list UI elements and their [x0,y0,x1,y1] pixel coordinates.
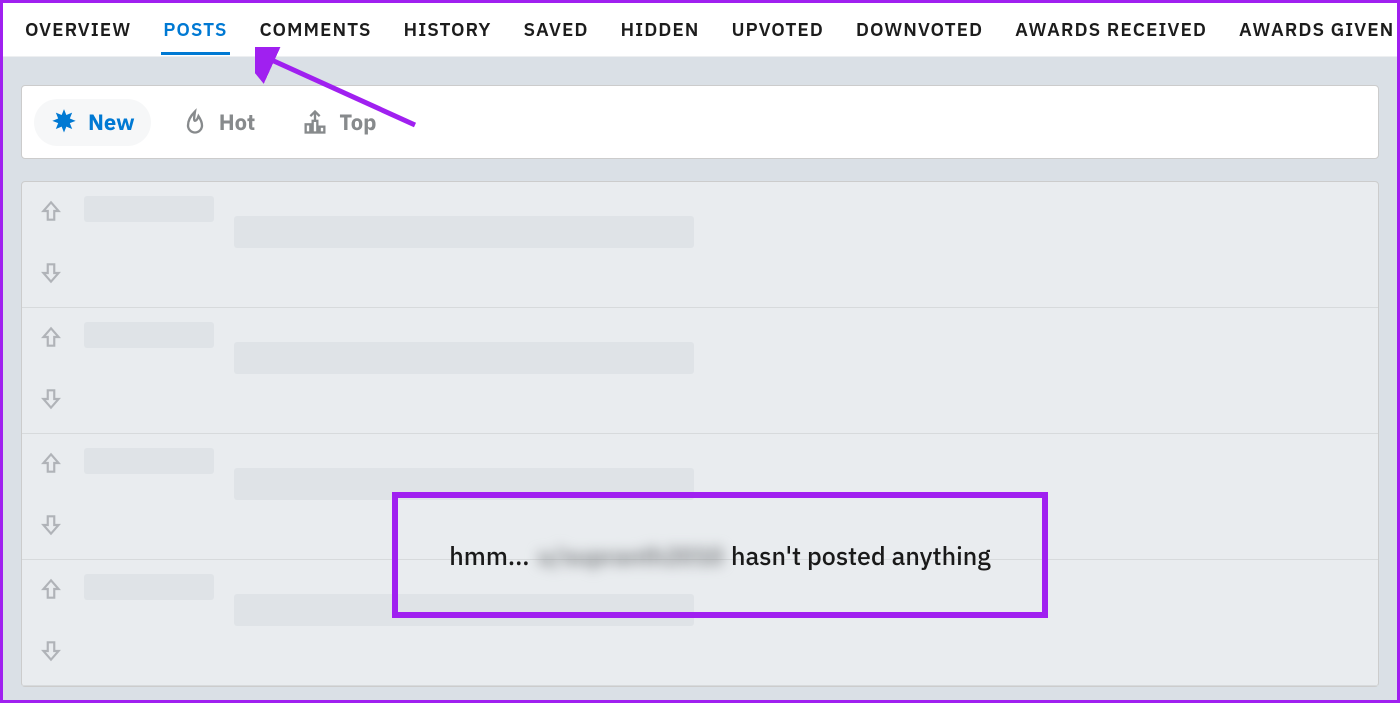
new-icon [50,108,78,136]
tab-awards-received[interactable]: AWARDS RECEIVED [1013,4,1209,55]
profile-tab-bar: OVERVIEW POSTS COMMENTS HISTORY SAVED HI… [3,3,1397,57]
sort-top[interactable]: Top [285,99,392,146]
upvote-icon[interactable] [38,450,64,481]
vote-column [38,444,64,549]
post-placeholder [22,182,1378,308]
sort-new[interactable]: New [34,99,151,146]
empty-state-callout: hmm... u/supranth2010 hasn't posted anyt… [392,492,1048,618]
tab-saved[interactable]: SAVED [521,4,590,55]
upvote-icon[interactable] [38,198,64,229]
sort-hot-label: Hot [219,108,256,137]
hot-icon [181,108,209,136]
tab-upvoted[interactable]: UPVOTED [729,4,825,55]
empty-suffix: hasn't posted anything [731,539,991,572]
empty-prefix: hmm... [449,539,529,572]
downvote-icon[interactable] [38,386,64,417]
upvote-icon[interactable] [38,576,64,607]
tab-hidden[interactable]: HIDDEN [619,4,702,55]
upvote-icon[interactable] [38,324,64,355]
tab-posts[interactable]: POSTS [161,4,229,55]
downvote-icon[interactable] [38,512,64,543]
downvote-icon[interactable] [38,260,64,291]
sort-bar: New Hot Top [21,85,1379,159]
tab-comments[interactable]: COMMENTS [258,4,374,55]
downvote-icon[interactable] [38,638,64,669]
vote-column [38,192,64,297]
tab-downvoted[interactable]: DOWNVOTED [854,4,985,55]
sort-hot[interactable]: Hot [165,99,272,146]
sort-top-label: Top [339,108,376,137]
top-icon [301,108,329,136]
tab-awards-given[interactable]: AWARDS GIVEN [1237,4,1396,55]
vote-column [38,570,64,675]
empty-username-blurred: u/supranth2010 [538,539,723,572]
post-placeholder [22,308,1378,434]
content-area: New Hot Top [3,57,1397,687]
vote-column [38,318,64,423]
tab-overview[interactable]: OVERVIEW [23,4,133,55]
tab-history[interactable]: HISTORY [402,4,494,55]
sort-new-label: New [88,108,135,137]
posts-list: hmm... u/supranth2010 hasn't posted anyt… [21,181,1379,687]
